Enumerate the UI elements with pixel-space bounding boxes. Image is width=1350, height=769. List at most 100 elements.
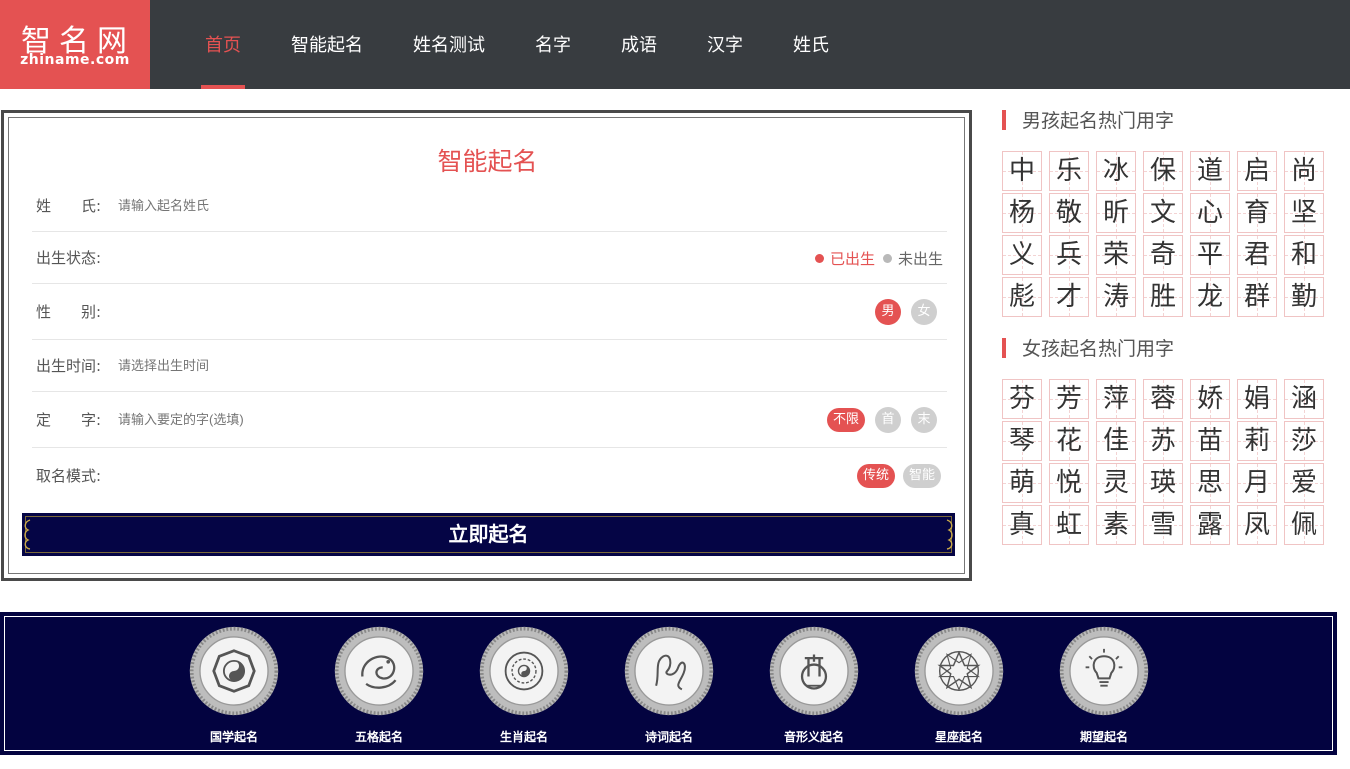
girl-char-cell[interactable]: 萌 bbox=[1002, 463, 1042, 503]
boy-char-cell[interactable]: 心 bbox=[1190, 193, 1230, 233]
girl-char-cell[interactable]: 真 bbox=[1002, 505, 1042, 545]
main-nav: 首页 智能起名 姓名测试 名字 成语 汉字 姓氏 bbox=[180, 0, 854, 89]
nav-item-names[interactable]: 名字 bbox=[510, 0, 596, 89]
boy-char-cell[interactable]: 龙 bbox=[1190, 277, 1230, 317]
boy-char-cell[interactable]: 昕 bbox=[1096, 193, 1136, 233]
nav-item-idioms[interactable]: 成语 bbox=[596, 0, 682, 89]
girl-char-cell[interactable]: 娟 bbox=[1237, 379, 1277, 419]
boy-char-cell[interactable]: 和 bbox=[1284, 235, 1324, 275]
nav-item-home[interactable]: 首页 bbox=[180, 0, 266, 89]
girl-char-cell[interactable]: 芬 bbox=[1002, 379, 1042, 419]
boy-char-cell[interactable]: 坚 bbox=[1284, 193, 1324, 233]
boy-char-cell[interactable]: 彪 bbox=[1002, 277, 1042, 317]
scroll-ornament-icon bbox=[24, 519, 31, 550]
boy-char-cell[interactable]: 冰 bbox=[1096, 151, 1136, 191]
fixed-char-label: 定 字: bbox=[36, 411, 102, 429]
boy-char-cell[interactable]: 敬 bbox=[1049, 193, 1089, 233]
boy-char-cell[interactable]: 荣 bbox=[1096, 235, 1136, 275]
boy-char-cell[interactable]: 勤 bbox=[1284, 277, 1324, 317]
boy-char-cell[interactable]: 乐 bbox=[1049, 151, 1089, 191]
boy-char-cell[interactable]: 才 bbox=[1049, 277, 1089, 317]
scroll-ornament-icon bbox=[946, 519, 953, 550]
position-last-button[interactable]: 末 bbox=[911, 407, 937, 433]
position-any-button[interactable]: 不限 bbox=[826, 408, 865, 432]
surname-input[interactable] bbox=[118, 180, 618, 232]
radio-dot-icon bbox=[882, 253, 892, 263]
boy-char-cell[interactable]: 义 bbox=[1002, 235, 1042, 275]
girl-char-cell[interactable]: 凤 bbox=[1237, 505, 1277, 545]
mode-row: 取名模式: 传统 智能 bbox=[32, 448, 947, 504]
service-lightbulb-link[interactable]: 期望起名 bbox=[1049, 625, 1159, 745]
boy-char-cell[interactable]: 中 bbox=[1002, 151, 1042, 191]
nav-item-name-test[interactable]: 姓名测试 bbox=[388, 0, 510, 89]
girl-char-cell[interactable]: 花 bbox=[1049, 421, 1089, 461]
gender-label: 性 别: bbox=[36, 303, 102, 321]
service-label: 期望起名 bbox=[1079, 730, 1128, 744]
service-bagua-link[interactable]: 国学起名 bbox=[179, 625, 289, 745]
fixed-char-input[interactable] bbox=[118, 392, 618, 448]
girl-char-cell[interactable]: 灵 bbox=[1096, 463, 1136, 503]
mode-smart-button[interactable]: 智能 bbox=[902, 464, 941, 488]
boy-char-cell[interactable]: 胜 bbox=[1143, 277, 1183, 317]
girl-char-cell[interactable]: 虹 bbox=[1049, 505, 1089, 545]
service-label: 国学起名 bbox=[209, 730, 258, 744]
surname-label: 姓 氏: bbox=[36, 197, 102, 215]
girl-char-cell[interactable]: 佩 bbox=[1284, 505, 1324, 545]
girl-char-cell[interactable]: 芳 bbox=[1049, 379, 1089, 419]
boy-char-cell[interactable]: 尚 bbox=[1284, 151, 1324, 191]
mode-traditional-button[interactable]: 传统 bbox=[856, 464, 895, 488]
service-dragon-link[interactable]: 五格起名 bbox=[324, 625, 434, 745]
girl-char-cell[interactable]: 雪 bbox=[1143, 505, 1183, 545]
birth-time-label: 出生时间: bbox=[36, 357, 102, 375]
girl-char-cell[interactable]: 蓉 bbox=[1143, 379, 1183, 419]
girl-char-cell[interactable]: 瑛 bbox=[1143, 463, 1183, 503]
boy-char-cell[interactable]: 杨 bbox=[1002, 193, 1042, 233]
girl-char-cell[interactable]: 琴 bbox=[1002, 421, 1042, 461]
boy-char-cell[interactable]: 育 bbox=[1237, 193, 1277, 233]
gender-male-button[interactable]: 男 bbox=[875, 299, 901, 325]
service-star-mandala-link[interactable]: 星座起名 bbox=[904, 625, 1014, 745]
girl-char-cell[interactable]: 娇 bbox=[1190, 379, 1230, 419]
service-zodiac-wheel-link[interactable]: 生肖起名 bbox=[469, 625, 579, 745]
fixed-char-row: 定 字: 不限 首 末 bbox=[32, 392, 947, 448]
logo-text-en: zhiname.com bbox=[20, 52, 130, 68]
site-logo[interactable]: 智名网 zhiname.com bbox=[0, 0, 150, 89]
girl-char-cell[interactable]: 萍 bbox=[1096, 379, 1136, 419]
submit-naming-button[interactable]: 立即起名 bbox=[22, 513, 955, 556]
birth-time-input[interactable] bbox=[118, 340, 618, 392]
boy-char-cell[interactable]: 兵 bbox=[1049, 235, 1089, 275]
boy-char-cell[interactable]: 群 bbox=[1237, 277, 1277, 317]
boy-char-cell[interactable]: 奇 bbox=[1143, 235, 1183, 275]
boy-char-cell[interactable]: 道 bbox=[1190, 151, 1230, 191]
boy-char-cell[interactable]: 保 bbox=[1143, 151, 1183, 191]
girl-char-cell[interactable]: 苏 bbox=[1143, 421, 1183, 461]
gender-female-button[interactable]: 女 bbox=[911, 299, 937, 325]
boy-char-cell[interactable]: 涛 bbox=[1096, 277, 1136, 317]
service-lyre-link[interactable]: 音形义起名 bbox=[759, 625, 869, 745]
girl-char-cell[interactable]: 佳 bbox=[1096, 421, 1136, 461]
radio-dot-icon bbox=[814, 253, 824, 263]
girl-char-cell[interactable]: 爱 bbox=[1284, 463, 1324, 503]
girl-char-cell[interactable]: 莉 bbox=[1237, 421, 1277, 461]
boy-char-cell[interactable]: 启 bbox=[1237, 151, 1277, 191]
girl-char-cell[interactable]: 思 bbox=[1190, 463, 1230, 503]
nav-item-characters[interactable]: 汉字 bbox=[682, 0, 768, 89]
boy-char-cell[interactable]: 文 bbox=[1143, 193, 1183, 233]
position-first-button[interactable]: 首 bbox=[875, 407, 901, 433]
boy-chars-grid: 中乐冰保道启尚杨敬昕文心育坚义兵荣奇平君和彪才涛胜龙群勤 bbox=[1002, 151, 1324, 317]
girl-char-cell[interactable]: 月 bbox=[1237, 463, 1277, 503]
girl-char-cell[interactable]: 苗 bbox=[1190, 421, 1230, 461]
girl-char-cell[interactable]: 露 bbox=[1190, 505, 1230, 545]
boy-char-cell[interactable]: 平 bbox=[1190, 235, 1230, 275]
girl-char-cell[interactable]: 悦 bbox=[1049, 463, 1089, 503]
girl-char-cell[interactable]: 素 bbox=[1096, 505, 1136, 545]
boy-char-cell[interactable]: 君 bbox=[1237, 235, 1277, 275]
nav-item-surnames[interactable]: 姓氏 bbox=[768, 0, 854, 89]
unborn-radio[interactable]: 未出生 bbox=[882, 248, 943, 269]
nav-item-smart-naming[interactable]: 智能起名 bbox=[266, 0, 388, 89]
born-radio[interactable]: 已出生 bbox=[814, 248, 875, 269]
girl-chars-section: 女孩起名热门用字 bbox=[1002, 338, 1332, 360]
girl-char-cell[interactable]: 莎 bbox=[1284, 421, 1324, 461]
girl-char-cell[interactable]: 涵 bbox=[1284, 379, 1324, 419]
service-calligraphy-link[interactable]: 诗词起名 bbox=[614, 625, 724, 745]
